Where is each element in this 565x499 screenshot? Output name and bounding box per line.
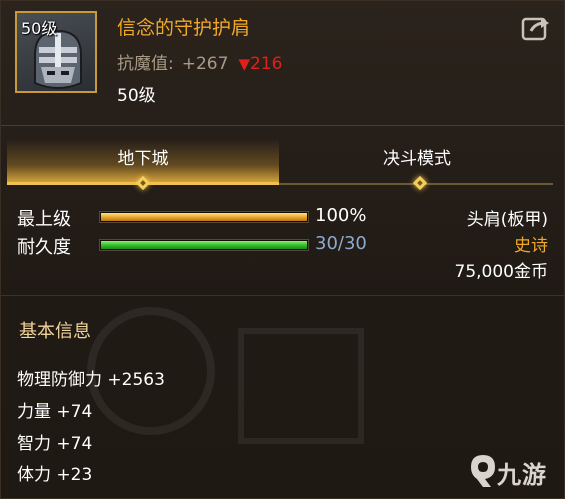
- attr-physical-defense: 物理防御力 +2563: [17, 370, 165, 390]
- item-level-text: 50级: [117, 86, 156, 106]
- tab-duel-mode[interactable]: 决斗模式: [281, 139, 553, 183]
- header-divider: [1, 125, 564, 126]
- item-name: 信念的守护护肩: [117, 17, 251, 39]
- attr-intelligence: 智力 +74: [17, 434, 93, 454]
- stat-value: +267: [181, 54, 229, 74]
- max-level-label: 最上级: [17, 209, 71, 230]
- attr-vitality: 体力 +23: [17, 465, 93, 485]
- section-title-basic-info: 基本信息: [19, 321, 91, 342]
- durability-bar-fill: [101, 241, 307, 249]
- down-arrow-icon: ▼: [238, 55, 250, 73]
- attr-strength: 力量 +74: [17, 402, 93, 422]
- item-icon-frame[interactable]: 50级: [15, 11, 97, 93]
- stat-diff: 216: [249, 54, 283, 74]
- durability-label: 耐久度: [17, 237, 71, 258]
- anti-magic-stat: 抗魔值: +267 ▼216: [117, 49, 282, 74]
- share-icon[interactable]: [521, 15, 551, 41]
- max-level-bar-fill: [101, 213, 307, 221]
- item-price: 75,000金币: [454, 262, 548, 282]
- equipment-slot: 头肩(板甲): [466, 210, 548, 230]
- stat-label: 抗魔值:: [117, 54, 174, 74]
- item-tooltip-panel: 50级 信念的守护护肩 抗魔值: +267 ▼216 50级 地下城 决斗模式 最上…: [0, 0, 565, 499]
- rarity-label: 史诗: [514, 236, 548, 256]
- background-emblem: [87, 307, 364, 444]
- durability-value: 30/30: [315, 233, 367, 254]
- watermark-text: 九游: [497, 461, 547, 489]
- durability-row: 耐久度 30/30: [17, 233, 397, 259]
- item-header: 50级 信念的守护护肩 抗魔值: +267 ▼216 50级: [1, 1, 564, 119]
- item-level-badge: 50级: [21, 19, 58, 38]
- mode-tabs: 地下城 决斗模式: [7, 139, 553, 191]
- jiuyou-watermark: 九游: [469, 453, 559, 493]
- max-level-row: 最上级 100%: [17, 205, 397, 231]
- jiuyou-logo-icon: [471, 455, 495, 487]
- durability-bar: [99, 239, 309, 251]
- max-level-bar: [99, 211, 309, 223]
- section-divider: [1, 295, 564, 296]
- max-level-value: 100%: [315, 205, 367, 226]
